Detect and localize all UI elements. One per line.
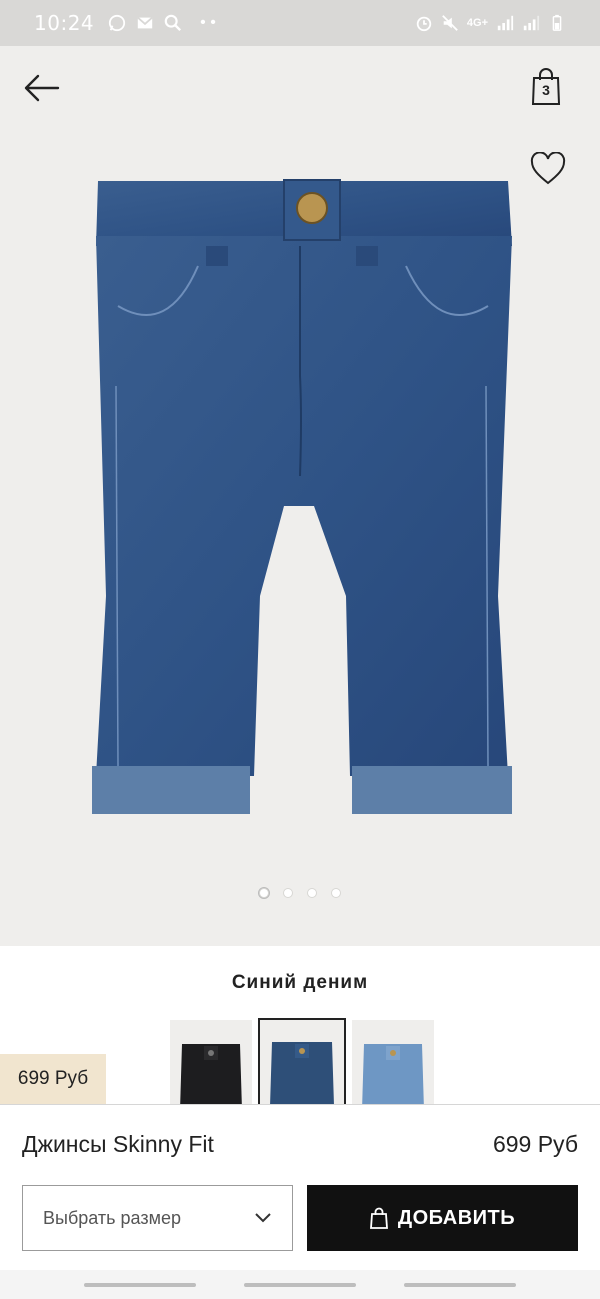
signal-icon (497, 15, 514, 31)
color-label: Синий деним (231, 972, 369, 993)
battery-icon (552, 14, 562, 31)
sticky-price-badge: 699 Руб (0, 1054, 106, 1104)
status-time: 10:24 (34, 11, 95, 35)
whatsapp-icon (109, 14, 126, 32)
size-select-label: Выбрать размер (43, 1207, 181, 1228)
size-select[interactable]: Выбрать размер (22, 1185, 293, 1251)
bag-count: 3 (542, 82, 550, 98)
mail-icon (137, 16, 153, 29)
product-bottom-sheet: Синий деним 699 Руб Джинсы Skinny Fit 69… (0, 946, 600, 1299)
status-bar: 10:24 • • 4G+ (0, 0, 600, 46)
favorite-heart-icon[interactable] (530, 152, 566, 186)
color-swatch-light-blue[interactable] (352, 1020, 434, 1110)
product-gallery[interactable]: 3 (0, 46, 600, 946)
gallery-pagination[interactable] (0, 888, 600, 898)
add-to-bag-label: ДОБАВИТЬ (397, 1206, 516, 1229)
bag-icon (369, 1207, 388, 1229)
gallery-dot[interactable] (259, 888, 269, 898)
color-swatch-blue-denim[interactable] (258, 1018, 346, 1108)
nav-recent-button[interactable] (84, 1282, 196, 1287)
alarm-icon (416, 16, 432, 32)
nav-back-button[interactable] (404, 1282, 516, 1287)
nav-home-button[interactable] (244, 1282, 356, 1287)
color-swatches (170, 1018, 434, 1110)
swatch-light-blue-image (362, 1044, 424, 1110)
search-icon (164, 14, 182, 32)
swatch-black-image (180, 1044, 242, 1110)
shopping-bag-button[interactable]: 3 (530, 68, 562, 106)
gallery-dot[interactable] (331, 888, 341, 898)
gallery-dot[interactable] (283, 888, 293, 898)
gallery-dot[interactable] (307, 888, 317, 898)
swatch-blue-image (270, 1042, 334, 1106)
add-to-bag-button[interactable]: ДОБАВИТЬ (307, 1185, 578, 1251)
color-swatch-black[interactable] (170, 1020, 252, 1110)
chevron-down-icon (255, 1213, 271, 1223)
product-image (92, 179, 512, 814)
system-nav-bar (0, 1270, 600, 1299)
signal-icon-2 (523, 15, 540, 31)
network-type: 4G+ (466, 17, 488, 29)
back-arrow-icon[interactable] (22, 70, 62, 106)
product-price: 699 Руб (492, 1131, 578, 1157)
mute-icon (442, 15, 458, 31)
product-title: Джинсы Skinny Fit (22, 1131, 214, 1157)
more-icon: • • (200, 14, 216, 31)
